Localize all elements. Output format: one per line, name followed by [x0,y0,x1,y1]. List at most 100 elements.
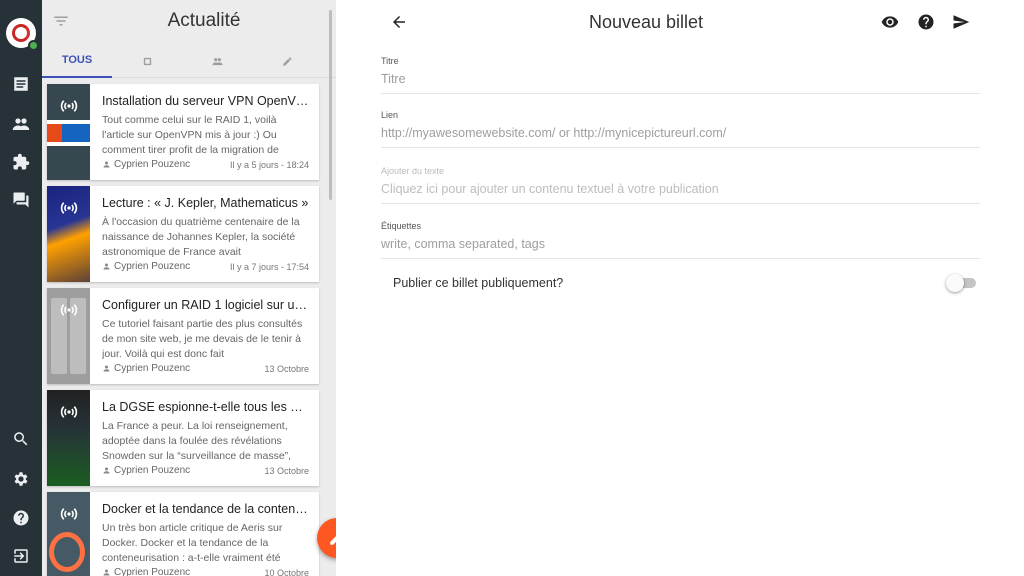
tab-people[interactable] [182,44,252,78]
news-item-author-name: Cyprien Pouzenc [114,261,191,272]
news-item-author: Cyprien Pouzenc [102,261,190,272]
news-header: Actualité [42,0,336,44]
back-button[interactable] [387,10,411,34]
news-item-date: 13 Octobre [264,364,309,374]
avatar[interactable] [6,18,39,51]
pencil-icon [330,536,336,545]
rail-search-button[interactable] [0,421,42,457]
news-item-title: Configurer un RAID 1 logiciel sur une De… [102,298,309,312]
gear-icon [14,472,28,486]
news-item-excerpt: À l'occasion du quatrième centenaire de … [102,216,300,258]
toggle-knob [946,274,964,292]
search-icon [14,432,28,446]
news-item[interactable]: La DGSE espionne-t-elle tous les Françai… [47,390,319,486]
thumbnail-logo [47,124,90,142]
tags-field: Étiquettes [381,221,980,259]
app-rail [0,0,42,576]
rail-people-button[interactable] [0,106,42,142]
link-field-label: Lien [381,110,399,120]
rail-logout-button[interactable] [0,538,42,574]
news-item-title: La DGSE espionne-t-elle tous les Françai… [102,400,309,414]
rail-help-button[interactable] [0,500,42,536]
news-item-date: Il y a 7 jours - 17:54 [229,262,309,272]
news-thumbnail [47,390,90,486]
extension-icon [143,57,151,65]
logout-icon [14,549,28,563]
rail-settings-button[interactable] [0,461,42,497]
extension-icon [13,153,30,170]
news-item-author: Cyprien Pouzenc [102,159,190,170]
news-item-author: Cyprien Pouzenc [102,465,190,476]
send-button[interactable] [949,10,973,34]
rail-extensions-button[interactable] [0,144,42,180]
person-icon [103,263,110,270]
news-item-author-name: Cyprien Pouzenc [114,363,191,374]
people-icon [12,118,30,130]
news-scrollbar[interactable] [329,10,332,200]
news-list: Installation du serveur VPN OpenVPN Tout… [47,84,319,576]
title-input[interactable] [381,72,980,86]
news-thumbnail [47,84,90,180]
news-item[interactable]: Configurer un RAID 1 logiciel sur une De… [47,288,319,384]
publish-label: Publier ce billet publiquement? [393,276,564,290]
news-item-author: Cyprien Pouzenc [102,567,190,576]
tab-extensions[interactable] [112,44,182,78]
person-icon [103,467,110,474]
people-icon [211,57,223,65]
eye-icon [881,16,899,28]
forum-icon [13,192,29,208]
news-item-excerpt: Ce tutoriel faisant partie des plus cons… [102,318,303,360]
person-icon [103,161,110,168]
person-icon [103,569,110,576]
news-item[interactable]: Docker et la tendance de la conteneurisa… [47,492,319,576]
news-panel: Actualité TOUS Installation du serveur V… [42,0,336,576]
text-field[interactable]: Ajouter du texte Cliquez ici pour ajoute… [381,166,980,204]
compose-fab[interactable] [317,518,336,558]
news-thumbnail [47,288,90,384]
news-item-author-name: Cyprien Pouzenc [114,159,191,170]
news-item-excerpt: La France a peur. La loi renseignement, … [102,420,292,462]
news-thumbnail [47,492,90,576]
title-field-label: Titre [381,56,399,66]
rss-feed-icon [59,504,79,524]
tags-input[interactable] [381,237,980,251]
text-field-placeholder[interactable]: Cliquez ici pour ajouter un contenu text… [381,182,980,196]
publish-toggle[interactable] [946,274,976,292]
rss-feed-icon [59,300,79,320]
articles-icon [14,77,28,91]
news-item-date: 10 Octobre [264,568,309,576]
filter-button[interactable] [52,12,70,30]
news-item-excerpt: Un très bon article critique de Aeris su… [102,522,283,564]
news-item[interactable]: Lecture : « J. Kepler, Mathematicus » À … [47,186,319,282]
send-icon [953,15,970,29]
news-item-date: Il y a 5 jours - 18:24 [229,160,309,170]
rail-articles-button[interactable] [0,66,42,102]
news-item-author-name: Cyprien Pouzenc [114,465,191,476]
help-icon [13,510,29,526]
help-icon [918,14,934,30]
person-icon [103,365,110,372]
news-tabs: TOUS [42,44,336,78]
preview-button[interactable] [878,10,902,34]
editor-panel: Nouveau billet Titre Lien Ajouter du tex… [336,0,1024,576]
help-button[interactable] [914,10,938,34]
rail-forum-button[interactable] [0,182,42,218]
tags-field-label: Étiquettes [381,221,422,231]
rss-feed-icon [59,198,79,218]
rss-feed-icon [59,402,79,422]
editor-title: Nouveau billet [588,12,704,32]
news-item-author: Cyprien Pouzenc [102,363,190,374]
text-field-label: Ajouter du texte [381,166,445,176]
thumbnail-logo [49,532,85,572]
tab-mine[interactable] [252,44,322,78]
news-item-author-name: Cyprien Pouzenc [114,567,191,576]
link-input[interactable] [381,126,980,140]
news-item-title: Docker et la tendance de la conteneurisa… [102,502,309,516]
news-title: Actualité [167,10,241,31]
online-status-dot [28,40,39,51]
news-item[interactable]: Installation du serveur VPN OpenVPN Tout… [47,84,319,180]
editor-toolbar: Nouveau billet [336,0,1024,44]
news-item-title: Lecture : « J. Kepler, Mathematicus » [102,196,309,210]
tab-all[interactable]: TOUS [42,44,112,78]
news-thumbnail [47,186,90,282]
